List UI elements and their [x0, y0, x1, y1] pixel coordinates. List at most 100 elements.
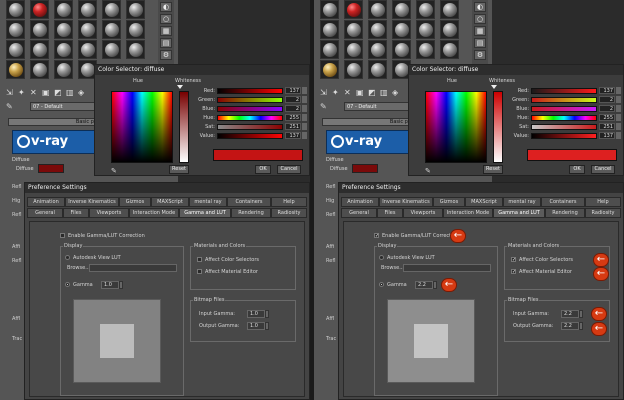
effects-icon[interactable]: ◈: [392, 88, 398, 97]
browse-button[interactable]: Browse...: [381, 265, 404, 271]
gamma-field[interactable]: 2.2: [415, 281, 433, 289]
blue-spinner[interactable]: [616, 105, 621, 112]
hue-value[interactable]: 255: [285, 114, 301, 121]
green-value[interactable]: 2: [599, 96, 615, 103]
gamma-spinner[interactable]: [119, 281, 123, 289]
sample-slot[interactable]: [30, 20, 49, 39]
tab-interaction-mode[interactable]: Interaction Mode: [443, 208, 493, 218]
sample-slot[interactable]: [344, 40, 363, 59]
tab-gizmos[interactable]: Gizmos: [433, 197, 465, 207]
green-spinner[interactable]: [616, 96, 621, 103]
blue-spinner[interactable]: [302, 105, 307, 112]
effects-icon[interactable]: ◈: [78, 88, 84, 97]
tab-gizmos[interactable]: Gizmos: [119, 197, 151, 207]
reset-icon[interactable]: ✕: [344, 88, 351, 97]
hue-value[interactable]: 255: [599, 114, 615, 121]
background-button[interactable]: ▦: [160, 26, 172, 36]
red-value[interactable]: 137: [599, 87, 615, 94]
tab-animation[interactable]: Animation: [27, 197, 65, 207]
value-value[interactable]: 137: [285, 132, 301, 139]
tab-interaction-mode[interactable]: Interaction Mode: [129, 208, 179, 218]
whiteness-strip[interactable]: [179, 91, 189, 163]
sample-slot[interactable]: [344, 20, 363, 39]
input-gamma-spinner[interactable]: [265, 310, 269, 318]
lut-path-field[interactable]: [89, 264, 177, 272]
sample-slot[interactable]: [126, 0, 145, 19]
tab-containers[interactable]: Containers: [227, 197, 271, 207]
blue-slider[interactable]: [531, 106, 597, 112]
assign-material-icon[interactable]: ✦: [332, 88, 339, 97]
sample-slot[interactable]: [54, 40, 73, 59]
tab-mental-ray[interactable]: mental ray: [503, 197, 541, 207]
sample-slot[interactable]: [30, 0, 49, 19]
autodesk-lut-radio[interactable]: [65, 255, 70, 260]
blue-slider[interactable]: [217, 106, 283, 112]
background-button[interactable]: ▦: [474, 26, 486, 36]
tab-rendering[interactable]: Rendering: [545, 208, 585, 218]
blue-value[interactable]: 2: [599, 105, 615, 112]
backlight-button[interactable]: ○: [160, 14, 172, 24]
sample-slot[interactable]: [416, 40, 435, 59]
sample-slot[interactable]: [368, 60, 387, 79]
value-slider[interactable]: [217, 133, 283, 139]
value-value[interactable]: 137: [599, 132, 615, 139]
hue-spinner[interactable]: [616, 114, 621, 121]
tab-files[interactable]: Files: [377, 208, 403, 218]
sample-slot[interactable]: [392, 0, 411, 19]
affect-material-editor-checkbox[interactable]: [197, 269, 202, 274]
eyedropper-icon[interactable]: ✎: [320, 102, 327, 111]
value-spinner[interactable]: [616, 132, 621, 139]
sample-type-button[interactable]: ◐: [160, 2, 172, 12]
gamma-field[interactable]: 1.0: [101, 281, 119, 289]
tab-radiosity[interactable]: Radiosity: [271, 208, 307, 218]
output-gamma-field[interactable]: 2.2: [561, 322, 579, 330]
whiteness-strip[interactable]: [493, 91, 503, 163]
value-slider[interactable]: [531, 133, 597, 139]
sample-slot[interactable]: [102, 20, 121, 39]
diffuse-swatch[interactable]: [38, 164, 64, 173]
sample-slot[interactable]: [344, 60, 363, 79]
blue-value[interactable]: 2: [285, 105, 301, 112]
tab-mental-ray[interactable]: mental ray: [189, 197, 227, 207]
tab-viewports[interactable]: Viewports: [89, 208, 129, 218]
input-gamma-field[interactable]: 2.2: [561, 310, 579, 318]
sample-slot[interactable]: [416, 0, 435, 19]
get-material-icon[interactable]: ⇲: [320, 88, 327, 97]
whiteness-marker-icon[interactable]: [177, 85, 183, 89]
sample-slot[interactable]: [6, 60, 25, 79]
sample-slot[interactable]: [6, 20, 25, 39]
tab-gamma-and-lut[interactable]: Gamma and LUT: [179, 208, 231, 218]
sat-spinner[interactable]: [616, 123, 621, 130]
sample-slot[interactable]: [54, 60, 73, 79]
tab-help[interactable]: Help: [271, 197, 307, 207]
uv-tiling-button[interactable]: ▤: [160, 38, 172, 48]
green-value[interactable]: 2: [285, 96, 301, 103]
sample-slot[interactable]: [6, 40, 25, 59]
enable-gamma-checkbox[interactable]: [60, 233, 65, 238]
tab-files[interactable]: Files: [63, 208, 89, 218]
gamma-radio[interactable]: [379, 282, 384, 287]
sample-slot[interactable]: [320, 40, 339, 59]
options-button[interactable]: ⚙: [160, 50, 172, 60]
hue-spectrum[interactable]: [425, 91, 487, 163]
sample-slot[interactable]: [440, 0, 459, 19]
eyedropper-icon[interactable]: ✎: [6, 102, 13, 111]
tab-containers[interactable]: Containers: [541, 197, 585, 207]
sample-slot[interactable]: [320, 60, 339, 79]
tab-help[interactable]: Help: [585, 197, 621, 207]
sat-slider[interactable]: [217, 124, 283, 130]
sat-value[interactable]: 251: [285, 123, 301, 130]
sample-slot[interactable]: [320, 0, 339, 19]
get-material-icon[interactable]: ⇲: [6, 88, 13, 97]
green-slider[interactable]: [531, 97, 597, 103]
green-slider[interactable]: [217, 97, 283, 103]
put-library-icon[interactable]: ▥: [380, 88, 388, 97]
sample-slot[interactable]: [30, 60, 49, 79]
whiteness-marker-icon[interactable]: [491, 85, 497, 89]
sample-slot[interactable]: [102, 0, 121, 19]
sample-slot[interactable]: [320, 20, 339, 39]
sample-type-button[interactable]: ◐: [474, 2, 486, 12]
uv-tiling-button[interactable]: ▤: [474, 38, 486, 48]
output-gamma-field[interactable]: 1.0: [247, 322, 265, 330]
sample-slot[interactable]: [392, 20, 411, 39]
